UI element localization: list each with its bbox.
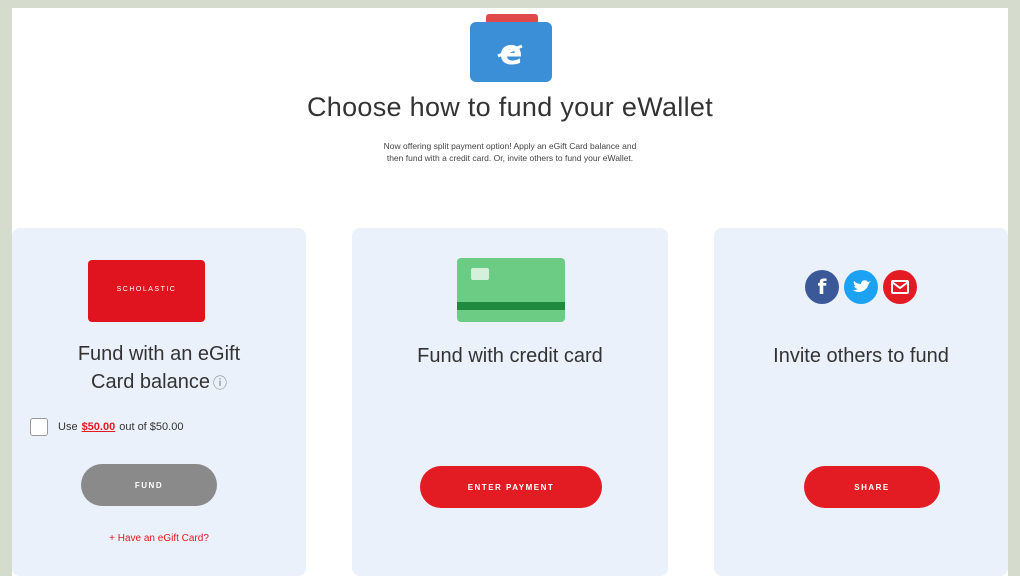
credit-card-title: Fund with credit card xyxy=(417,345,603,367)
svg-text:f: f xyxy=(818,275,827,299)
egift-title-line2: Card balance ⓘ xyxy=(12,368,306,397)
use-suffix: out of $50.00 xyxy=(119,421,184,433)
email-icon[interactable] xyxy=(883,270,917,304)
subtitle-line: Now offering split payment option! Apply… xyxy=(383,141,637,151)
social-icons: f xyxy=(714,270,1008,304)
fund-button[interactable]: FUND xyxy=(81,464,217,506)
twitter-icon[interactable] xyxy=(844,270,878,304)
egift-title-line2-text: Card balance xyxy=(91,371,210,393)
ewallet-icon: e xyxy=(470,14,552,82)
use-prefix: Use xyxy=(58,421,78,433)
info-icon[interactable]: ⓘ xyxy=(213,375,227,391)
invite-panel: f Invite others to fund SHARE xyxy=(714,228,1008,576)
amount-link[interactable]: $50.00 xyxy=(82,421,116,433)
scholastic-logo: SCHOLASTIC xyxy=(88,260,205,322)
subtitle-line: then fund with a credit card. Or, invite… xyxy=(386,153,634,163)
facebook-icon[interactable]: f xyxy=(805,270,839,304)
scholastic-logo-text: SCHOLASTIC xyxy=(116,286,177,293)
use-balance-row: Use $50.00 out of $50.00 xyxy=(30,418,183,436)
credit-card-icon xyxy=(457,258,565,322)
egift-card-panel: SCHOLASTIC Fund with an eGift Card balan… xyxy=(12,228,306,576)
use-balance-checkbox[interactable] xyxy=(30,418,48,436)
enter-payment-button[interactable]: ENTER PAYMENT xyxy=(420,466,602,508)
egift-title-line1: Fund with an eGift xyxy=(77,343,241,365)
page-title: Choose how to fund your eWallet xyxy=(306,92,714,122)
share-button[interactable]: SHARE xyxy=(804,466,940,508)
page-subtitle: Now offering split payment option! Apply… xyxy=(280,140,740,164)
page-container: e Choose how to fund your eWallet Now of… xyxy=(12,8,1008,576)
have-egift-card-link[interactable]: + Have an eGift Card? xyxy=(12,533,306,544)
invite-title: Invite others to fund xyxy=(773,345,949,367)
egift-card-title: Fund with an eGift Card balance ⓘ xyxy=(12,340,306,397)
credit-card-panel: Fund with credit card ENTER PAYMENT xyxy=(352,228,668,576)
